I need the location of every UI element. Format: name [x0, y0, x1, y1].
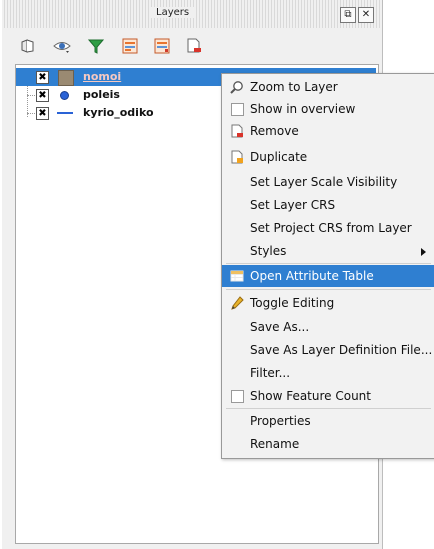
- menu-item-filter[interactable]: Filter...: [222, 362, 434, 384]
- menu-item-label: Save As Layer Definition File...: [250, 343, 433, 357]
- panel-titlebar[interactable]: Layers ⧉ ✕: [2, 0, 382, 28]
- polygon-symbol-icon: [58, 70, 74, 86]
- menu-item-label: Styles: [250, 244, 287, 258]
- menu-item-label: Properties: [250, 414, 311, 428]
- layer-name: kyrio_odiko: [83, 106, 154, 119]
- menu-item-label: Remove: [250, 124, 299, 138]
- layer-visibility-checkbox[interactable]: ✖: [36, 89, 49, 102]
- visibility-eye-icon[interactable]: [52, 36, 72, 56]
- layer-name: poleis: [83, 88, 120, 101]
- menu-item-label: Show Feature Count: [250, 389, 371, 403]
- layers-toolbar: [2, 28, 382, 64]
- menu-separator: [226, 289, 431, 290]
- layer-name: nomoi: [83, 70, 122, 83]
- zoom-icon: [230, 80, 244, 94]
- remove-layer-icon[interactable]: [184, 36, 204, 56]
- menu-item-set-project-crs[interactable]: Set Project CRS from Layer: [222, 217, 434, 239]
- menu-item-label: Zoom to Layer: [250, 80, 338, 94]
- close-panel-button[interactable]: ✕: [358, 7, 374, 23]
- filter-legend-icon[interactable]: [86, 36, 106, 56]
- menu-item-label: Duplicate: [250, 150, 308, 164]
- expand-all-icon[interactable]: [120, 36, 140, 56]
- menu-item-show-feature-count[interactable]: Show Feature Count: [222, 385, 434, 407]
- menu-item-label: Set Layer Scale Visibility: [250, 175, 398, 189]
- menu-separator: [226, 263, 431, 264]
- panel-title: Layers: [150, 7, 196, 18]
- menu-item-set-layer-scale-visibility[interactable]: Set Layer Scale Visibility: [222, 171, 434, 193]
- menu-item-properties[interactable]: Properties: [222, 410, 434, 432]
- layer-context-menu: Zoom to Layer Show in overview Remove Du…: [221, 73, 434, 459]
- menu-item-save-as[interactable]: Save As...: [222, 316, 434, 338]
- add-group-icon[interactable]: [18, 36, 38, 56]
- layer-visibility-checkbox[interactable]: ✖: [36, 107, 49, 120]
- duplicate-layer-icon: [230, 150, 244, 164]
- menu-item-label: Set Project CRS from Layer: [250, 221, 412, 235]
- float-panel-button[interactable]: ⧉: [340, 7, 356, 23]
- table-icon: [230, 269, 244, 283]
- menu-item-save-layer-definition[interactable]: Save As Layer Definition File...: [222, 339, 434, 361]
- menu-item-label: Toggle Editing: [250, 296, 335, 310]
- menu-item-set-layer-crs[interactable]: Set Layer CRS: [222, 194, 434, 216]
- menu-item-label: Filter...: [250, 366, 291, 380]
- point-symbol-icon: [60, 91, 69, 100]
- layer-visibility-checkbox[interactable]: ✖: [36, 71, 49, 84]
- collapse-all-icon[interactable]: [152, 36, 172, 56]
- pencil-icon: [230, 296, 244, 310]
- line-symbol-icon: [57, 112, 73, 114]
- menu-item-label: Rename: [250, 437, 300, 451]
- menu-item-remove[interactable]: Remove: [222, 120, 434, 142]
- checkbox-icon: [230, 102, 244, 116]
- submenu-arrow-icon: [421, 248, 426, 256]
- menu-item-open-attribute-table[interactable]: Open Attribute Table: [222, 265, 434, 287]
- checkbox-icon: [230, 389, 244, 403]
- menu-item-toggle-editing[interactable]: Toggle Editing: [222, 292, 434, 314]
- menu-item-label: Set Layer CRS: [250, 198, 336, 212]
- menu-item-styles[interactable]: Styles: [222, 240, 434, 262]
- menu-item-label: Open Attribute Table: [250, 269, 374, 283]
- menu-item-rename[interactable]: Rename: [222, 433, 434, 455]
- menu-item-show-in-overview[interactable]: Show in overview: [222, 98, 434, 120]
- menu-separator: [226, 408, 431, 409]
- menu-item-zoom-to-layer[interactable]: Zoom to Layer: [222, 76, 434, 98]
- remove-layer-icon: [230, 124, 244, 138]
- menu-item-label: Save As...: [250, 320, 310, 334]
- menu-item-duplicate[interactable]: Duplicate: [222, 146, 434, 168]
- menu-item-label: Show in overview: [250, 102, 356, 116]
